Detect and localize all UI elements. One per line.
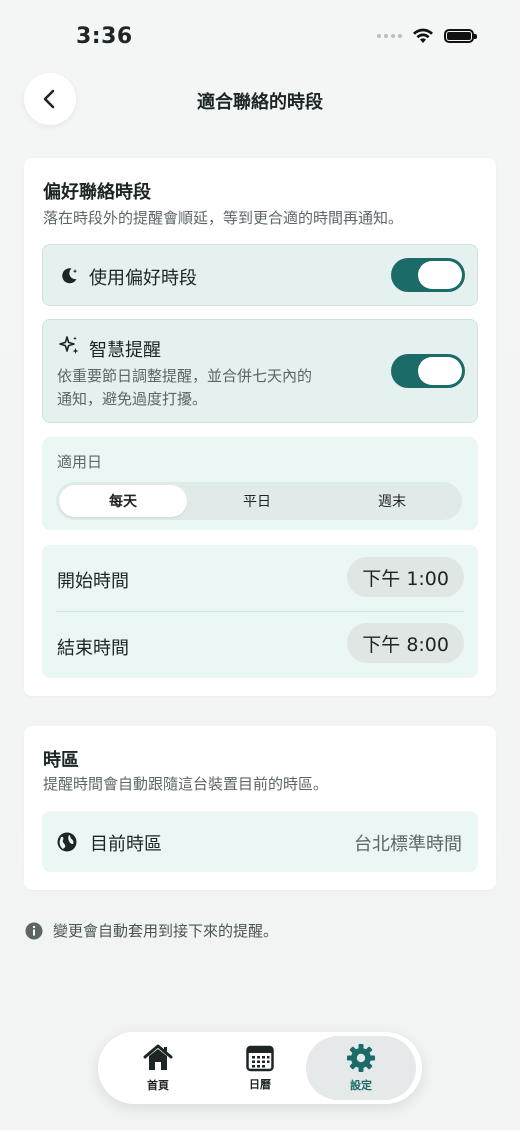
tab-settings-label: 設定 [350,1079,372,1092]
footer-note: 變更會自動套用到接下來的提醒。 [25,920,278,941]
info-icon [25,922,43,939]
smart-reminder-description-line1: 依重要節日調整提醒，並合併七天內的 [57,367,313,385]
smart-reminder-label: 智慧提醒 [89,340,161,361]
globe-icon [57,832,77,852]
timezone-description: 提醒時間會自動跟隨這台裝置目前的時區。 [43,775,329,793]
current-timezone-row[interactable]: 目前時區 台北標準時間 [42,811,478,872]
applicable-days-section: 適用日 每天 平日 週末 [42,437,478,530]
signal-icon [377,34,402,38]
start-time-value[interactable]: 下午 1:00 [347,557,464,597]
smart-reminder-description-line2: 通知，避免過度打擾。 [57,390,208,408]
page-title: 適合聯絡的時段 [197,92,323,113]
tab-calendar[interactable]: 日曆 [210,1032,310,1104]
tab-calendar-label: 日曆 [249,1078,271,1091]
preferred-period-description: 落在時段外的提醒會順延，等到更合適的時間再通知。 [43,209,404,227]
end-time-value[interactable]: 下午 8:00 [347,623,464,663]
days-option-weekends[interactable]: 週末 [328,485,456,517]
calendar-icon [246,1045,274,1072]
preferred-period-title: 偏好聯絡時段 [43,182,151,203]
use-preferred-toggle[interactable] [391,258,465,292]
footer-note-text: 變更會自動套用到接下來的提醒。 [53,922,279,940]
current-timezone-value: 台北標準時間 [354,834,462,855]
moon-icon [62,268,78,284]
start-time-label: 開始時間 [57,571,129,592]
preferred-period-card: 偏好聯絡時段 落在時段外的提醒會順延，等到更合適的時間再通知。 使用偏好時段 智… [24,158,496,696]
wifi-icon [413,28,433,43]
end-time-label: 結束時間 [57,638,129,659]
timezone-title: 時區 [43,750,79,771]
gear-icon [347,1044,375,1072]
start-time-row[interactable]: 開始時間 下午 1:00 [42,545,478,611]
end-time-row[interactable]: 結束時間 下午 8:00 [42,612,478,678]
smart-reminder-row[interactable]: 智慧提醒 依重要節日調整提醒，並合併七天內的 通知，避免過度打擾。 [42,319,478,423]
sparkles-icon [59,336,79,354]
days-option-weekdays[interactable]: 平日 [193,485,321,517]
days-segmented-control: 每天 平日 週末 [56,482,462,520]
current-timezone-label: 目前時區 [90,834,162,855]
days-option-every-day[interactable]: 每天 [59,485,187,517]
tab-bar: 首頁 日曆 設定 [98,1032,422,1104]
use-preferred-label: 使用偏好時段 [89,268,197,289]
smart-reminder-toggle[interactable] [391,354,465,388]
tab-home-label: 首頁 [147,1079,169,1092]
battery-icon [444,29,477,43]
home-icon [143,1044,173,1070]
timezone-card: 時區 提醒時間會自動跟隨這台裝置目前的時區。 目前時區 台北標準時間 [24,726,496,890]
applicable-days-label: 適用日 [57,453,103,471]
use-preferred-row[interactable]: 使用偏好時段 [42,244,478,306]
status-icons [377,28,477,44]
tab-home[interactable]: 首頁 [108,1032,208,1104]
status-time: 3:36 [76,24,133,49]
time-range-section: 開始時間 下午 1:00 結束時間 下午 8:00 [42,545,478,678]
tab-settings[interactable]: 設定 [306,1036,416,1100]
